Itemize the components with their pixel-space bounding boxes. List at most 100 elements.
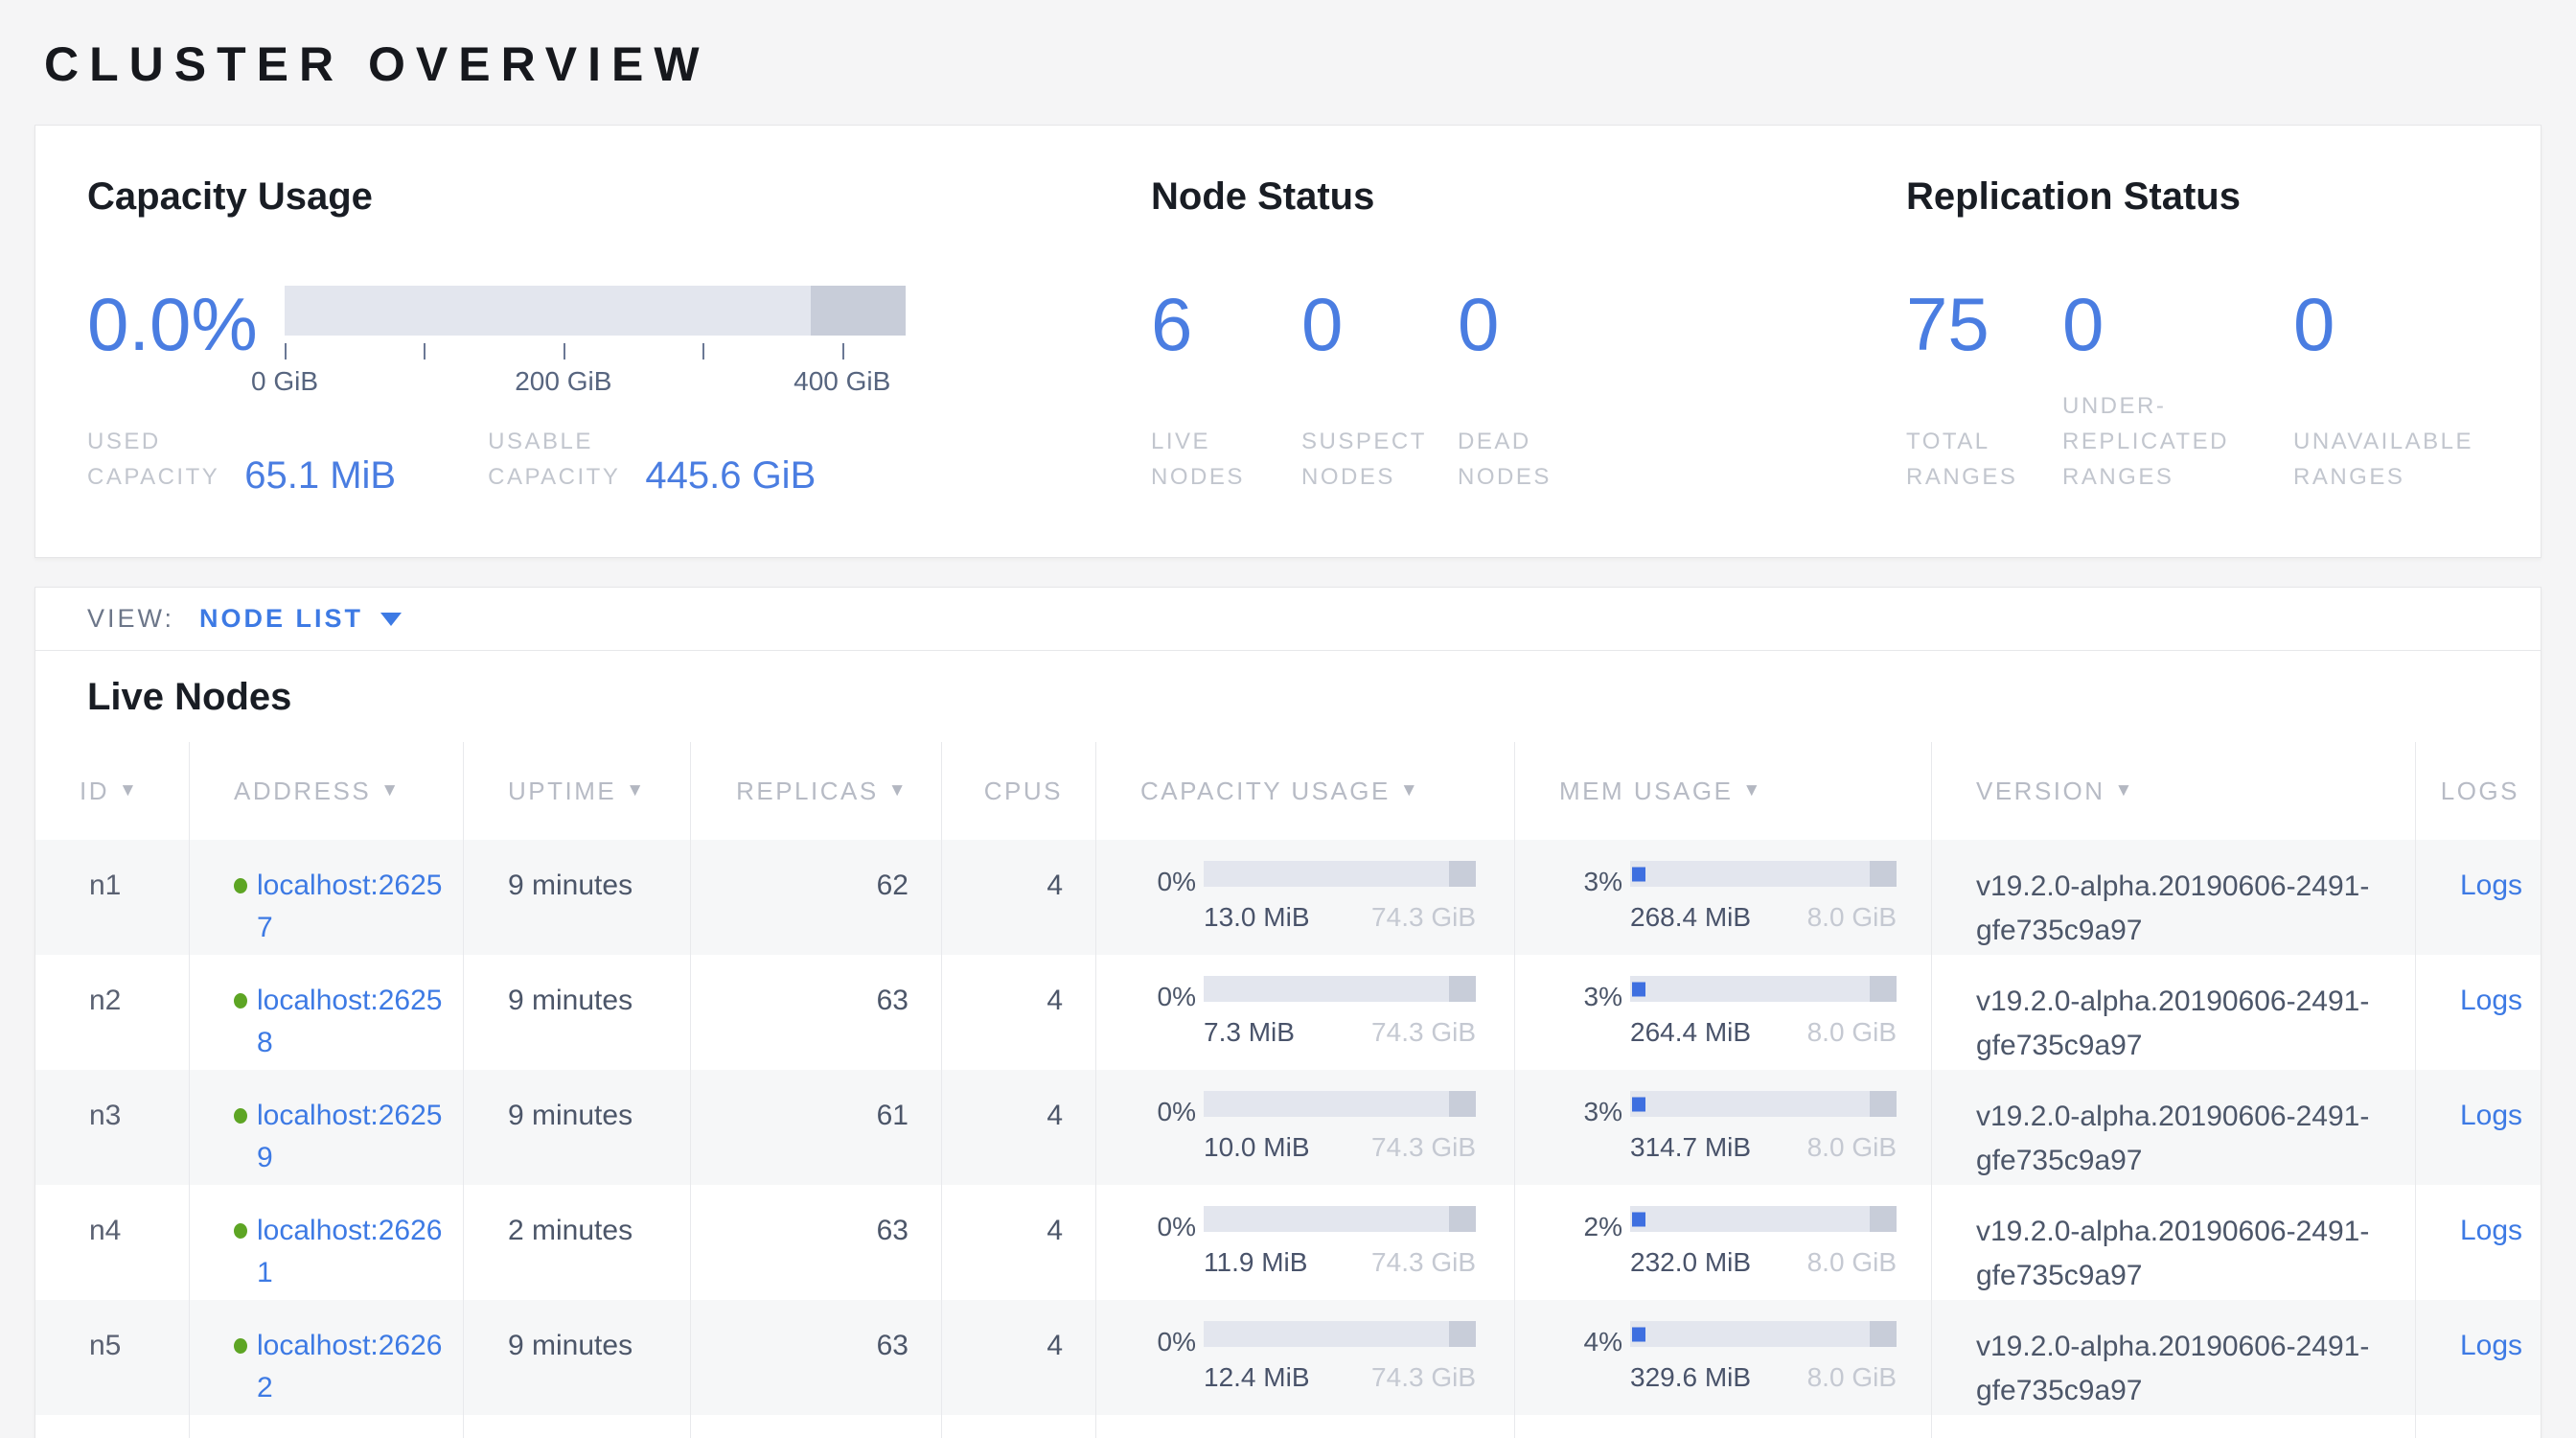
mem-used-value: 264.4 MiB [1630, 1011, 1751, 1054]
axis-tick [564, 343, 565, 360]
logs-link[interactable]: Logs [2460, 1330, 2522, 1361]
axis-tick [702, 343, 704, 360]
view-selector-dropdown[interactable]: NODE LIST [199, 604, 402, 634]
logs-link[interactable]: Logs [2460, 1100, 2522, 1131]
version-cell: v19.2.0-alpha.20190606-2491-gfe735c9a97 [1932, 955, 2416, 1070]
capacity-bar-reserved-segment [811, 286, 906, 336]
live-status-dot-icon [234, 993, 247, 1009]
live-status-dot-icon [234, 1338, 247, 1354]
column-header-logs: LOGS [2416, 742, 2541, 840]
total-ranges-label: TOTAL RANGES [1906, 424, 2062, 495]
cluster-overview-page: CLUSTER OVERVIEW Capacity Usage 0.0% [0, 36, 2576, 1438]
replicas-cell: 63 [691, 1185, 942, 1300]
logs-cell: Logs [2416, 1185, 2541, 1300]
capacity-bar [1204, 861, 1476, 887]
capacity-total-value: 74.3 GiB [1371, 1126, 1476, 1169]
total-ranges-stat: 75 TOTAL RANGES [1906, 286, 2062, 495]
mem-total-value: 8.0 GiB [1807, 1241, 1897, 1284]
page-title: CLUSTER OVERVIEW [44, 36, 2576, 92]
mem-bar [1630, 976, 1897, 1002]
node-address-link[interactable]: localhost:26262 [257, 1325, 453, 1409]
replication-status-heading: Replication Status [1906, 175, 2489, 219]
capacity-usage-cell: 0% 13.0 MiB74.3 GiB [1096, 840, 1515, 955]
column-header-version[interactable]: VERSION ▼ [1932, 742, 2416, 840]
suspect-nodes-label: SUSPECT NODES [1301, 424, 1458, 495]
capacity-bar [1204, 1321, 1476, 1347]
logs-link[interactable]: Logs [2460, 985, 2522, 1016]
mem-bar [1630, 1206, 1897, 1232]
mem-used-value: 232.0 MiB [1630, 1241, 1751, 1284]
node-address-link[interactable]: localhost:26258 [257, 980, 453, 1064]
live-status-dot-icon [234, 1108, 247, 1124]
view-bar: VIEW: NODE LIST [35, 588, 2541, 651]
axis-tick-label: 0 GiB [251, 366, 318, 397]
mem-percent: 4% [1573, 1321, 1622, 1415]
capacity-percent: 0% [1146, 976, 1196, 1070]
axis-tick-label: 400 GiB [794, 366, 890, 397]
node-id-cell: n4 [35, 1185, 190, 1300]
mem-percent: 3% [1573, 1091, 1622, 1185]
capacity-percent: 0% [1146, 1321, 1196, 1415]
axis-tick [424, 343, 426, 360]
node-address-link[interactable]: localhost:26257 [257, 865, 453, 949]
node-status-heading: Node Status [1151, 175, 1906, 219]
under-replicated-ranges-stat: 0 UNDER- REPLICATED RANGES [2062, 286, 2293, 495]
column-header-capacity-usage[interactable]: CAPACITY USAGE▼ [1096, 742, 1515, 840]
column-header-id[interactable]: ID▼ [35, 742, 190, 840]
table-row: n4 localhost:26261 2 minutes 63 4 0% 11.… [35, 1185, 2541, 1300]
node-address-cell: localhost:26261 [190, 1185, 464, 1300]
axis-tick-label: 200 GiB [515, 366, 611, 397]
uptime-cell: 2 minutes [464, 1185, 691, 1300]
column-header-label: UPTIME [508, 777, 616, 806]
column-header-cpus[interactable]: CPUS [942, 742, 1096, 840]
node-id-cell: n1 [35, 840, 190, 955]
mem-total-value: 8.0 GiB [1807, 1011, 1897, 1054]
view-label: VIEW: [87, 604, 174, 634]
live-status-dot-icon [234, 878, 247, 893]
replicas-cell: 61 [691, 1070, 942, 1185]
capacity-total-value: 74.3 GiB [1371, 1241, 1476, 1284]
capacity-used-value: 7.3 MiB [1204, 1011, 1295, 1054]
capacity-percent: 0% [1146, 1091, 1196, 1185]
sort-arrow-icon: ▼ [2115, 780, 2135, 801]
node-address-link[interactable]: localhost:26261 [257, 1210, 453, 1294]
mem-bar [1630, 1091, 1897, 1117]
live-nodes-label: LIVE NODES [1151, 424, 1301, 495]
sort-arrow-icon: ▼ [119, 780, 139, 801]
live-status-dot-icon [234, 1223, 247, 1239]
column-header-label: ADDRESS [234, 777, 371, 806]
table-header-row: ID▼ ADDRESS▼ UPTIME▼ REPLICAS▼ CPUS CAPA… [35, 742, 2541, 840]
live-nodes-stat: 6 LIVE NODES [1151, 286, 1301, 495]
node-address-link[interactable]: localhost:26259 [257, 1095, 453, 1179]
sort-arrow-icon: ▼ [1742, 780, 1762, 801]
node-address-cell: localhost:26259 [190, 1070, 464, 1185]
mem-usage-cell: 3% 314.7 MiB8.0 GiB [1515, 1070, 1932, 1185]
column-header-mem-usage[interactable]: MEM USAGE▼ [1515, 742, 1932, 840]
logs-link[interactable]: Logs [2460, 870, 2522, 901]
logs-link[interactable]: Logs [2460, 1215, 2522, 1246]
unavailable-ranges-stat: 0 UNAVAILABLE RANGES [2293, 286, 2473, 495]
column-header-replicas[interactable]: REPLICAS▼ [691, 742, 942, 840]
capacity-usage-section: Capacity Usage 0.0% 0 GiB 20 [87, 175, 1151, 515]
table-row: n3 localhost:26259 9 minutes 61 4 0% 10.… [35, 1070, 2541, 1185]
node-address-cell: localhost:26257 [190, 840, 464, 955]
column-header-uptime[interactable]: UPTIME▼ [464, 742, 691, 840]
mem-total-value: 8.0 GiB [1807, 1357, 1897, 1399]
node-id-cell: n3 [35, 1070, 190, 1185]
column-header-label: VERSION [1976, 777, 2105, 806]
chevron-down-icon [380, 613, 402, 626]
capacity-usage-cell: 0% 11.9 MiB74.3 GiB [1096, 1185, 1515, 1300]
usable-capacity-label: USABLE CAPACITY [488, 424, 620, 495]
replicas-cell: 63 [691, 1300, 942, 1415]
cpus-cell: 4 [942, 1185, 1096, 1300]
capacity-used-value: 12.4 MiB [1204, 1357, 1310, 1399]
under-replicated-ranges-count: 0 [2062, 286, 2293, 362]
capacity-usage-cell: 0% 10.0 MiB74.3 GiB [1096, 1070, 1515, 1185]
under-replicated-ranges-label: UNDER- REPLICATED RANGES [2062, 388, 2293, 495]
used-capacity-label: USED CAPACITY [87, 424, 219, 495]
logs-cell: Logs [2416, 1070, 2541, 1185]
column-header-address[interactable]: ADDRESS▼ [190, 742, 464, 840]
live-nodes-count: 6 [1151, 286, 1301, 362]
capacity-percent: 0% [1146, 1206, 1196, 1300]
table-row: n2 localhost:26258 9 minutes 63 4 0% 7.3… [35, 955, 2541, 1070]
